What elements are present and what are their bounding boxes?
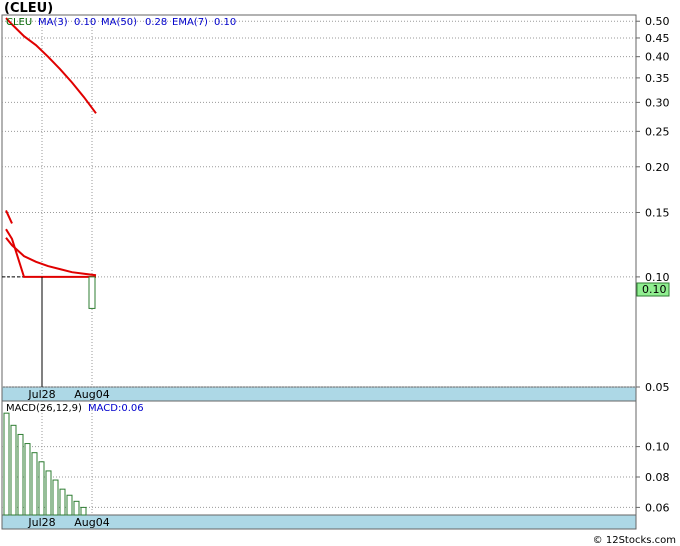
price-tick-label: 0.45 xyxy=(645,32,670,45)
chart-title: (CLEU) xyxy=(4,1,53,16)
legend-symbol: CLEU xyxy=(6,17,32,28)
macd-bar xyxy=(66,494,73,516)
macd-bar xyxy=(24,443,31,516)
last-price-label: 0.10 xyxy=(642,283,667,296)
price-tick-label: 0.25 xyxy=(645,125,670,138)
price-tick-label: 0.35 xyxy=(645,72,670,85)
legend-ma3-value: 0.10 xyxy=(74,17,96,28)
macd-bar xyxy=(45,470,52,516)
legend-ma50-label: MA(50) xyxy=(101,17,137,28)
price-tick-label: 0.15 xyxy=(645,206,670,219)
price-y-axis: 0.50 0.45 0.40 0.35 0.30 0.25 0.20 0.15 0.10 0.05 xyxy=(636,15,670,394)
price-tick-label: 0.50 xyxy=(645,15,670,28)
x-tick-label: Aug04 xyxy=(74,388,109,401)
price-tick-label: 0.30 xyxy=(645,96,670,109)
price-tick-label: 0.20 xyxy=(645,161,670,174)
macd-bar xyxy=(38,461,45,516)
price-tick-label: 0.40 xyxy=(645,51,670,64)
legend-ma50-value: 0.28 xyxy=(145,17,167,28)
legend: CLEU MA(3) 0.10 MA(50) 0.28 EMA(7) 0.10 xyxy=(6,17,236,28)
macd-bar xyxy=(73,500,80,516)
macd-tick-label: 0.08 xyxy=(645,471,670,484)
macd-tick-label: 0.06 xyxy=(645,501,670,514)
x-tick-label: Jul28 xyxy=(27,516,55,529)
legend-ema7-value: 0.10 xyxy=(214,17,236,28)
macd-bar xyxy=(80,506,87,516)
macd-value: MACD:0.06 xyxy=(88,403,144,414)
macd-bar xyxy=(31,452,38,516)
macd-bar xyxy=(10,424,17,516)
price-panel xyxy=(1,14,637,388)
legend-ma3-label: MA(3) xyxy=(38,17,68,28)
macd-bar xyxy=(17,433,24,516)
stock-chart: 0.50 0.45 0.40 0.35 0.30 0.25 0.20 0.15 0.10 0.05… xyxy=(1,1,676,546)
price-tick-label: 0.10 xyxy=(645,271,670,284)
x-tick-label: Aug04 xyxy=(74,516,109,529)
macd-tick-label: 0.10 xyxy=(645,441,670,454)
macd-bar xyxy=(59,488,66,516)
watermark: © 12Stocks.com xyxy=(593,535,676,546)
macd-bar xyxy=(3,412,10,516)
macd-y-axis: 0.10 0.08 0.06 xyxy=(636,441,670,514)
price-tick-label: 0.05 xyxy=(645,381,670,394)
macd-panel xyxy=(1,400,637,516)
macd-title: MACD(26,12,9) xyxy=(6,403,82,414)
price-candle-body xyxy=(88,276,96,309)
macd-bar xyxy=(52,479,59,516)
legend-ema7-label: EMA(7) xyxy=(172,17,208,28)
x-tick-label: Jul28 xyxy=(27,388,55,401)
